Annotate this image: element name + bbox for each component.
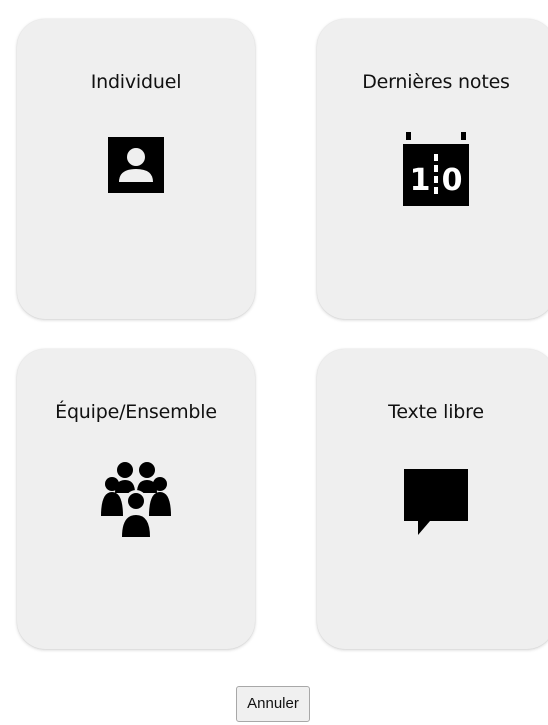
card-individuel[interactable]: Individuel xyxy=(17,19,255,319)
person-icon xyxy=(108,137,164,193)
card-title: Texte libre xyxy=(388,401,484,423)
score-left: 1 xyxy=(410,163,431,198)
card-title: Équipe/Ensemble xyxy=(55,401,217,423)
card-title: Dernières notes xyxy=(362,71,510,93)
card-dernieres-notes[interactable]: Dernières notes 1 0 xyxy=(317,19,548,319)
card-title: Individuel xyxy=(90,71,182,93)
card-texte-libre[interactable]: Texte libre xyxy=(317,349,548,649)
scoreboard-icon: 1 0 xyxy=(403,132,469,206)
option-picker: Individuel Dernières notes 1 0 Équipe/En… xyxy=(0,0,548,725)
card-equipe-ensemble[interactable]: Équipe/Ensemble xyxy=(17,349,255,649)
score-right: 0 xyxy=(442,163,463,198)
speech-bubble-icon xyxy=(404,469,468,535)
cancel-button[interactable]: Annuler xyxy=(236,686,310,722)
group-icon xyxy=(101,462,171,537)
